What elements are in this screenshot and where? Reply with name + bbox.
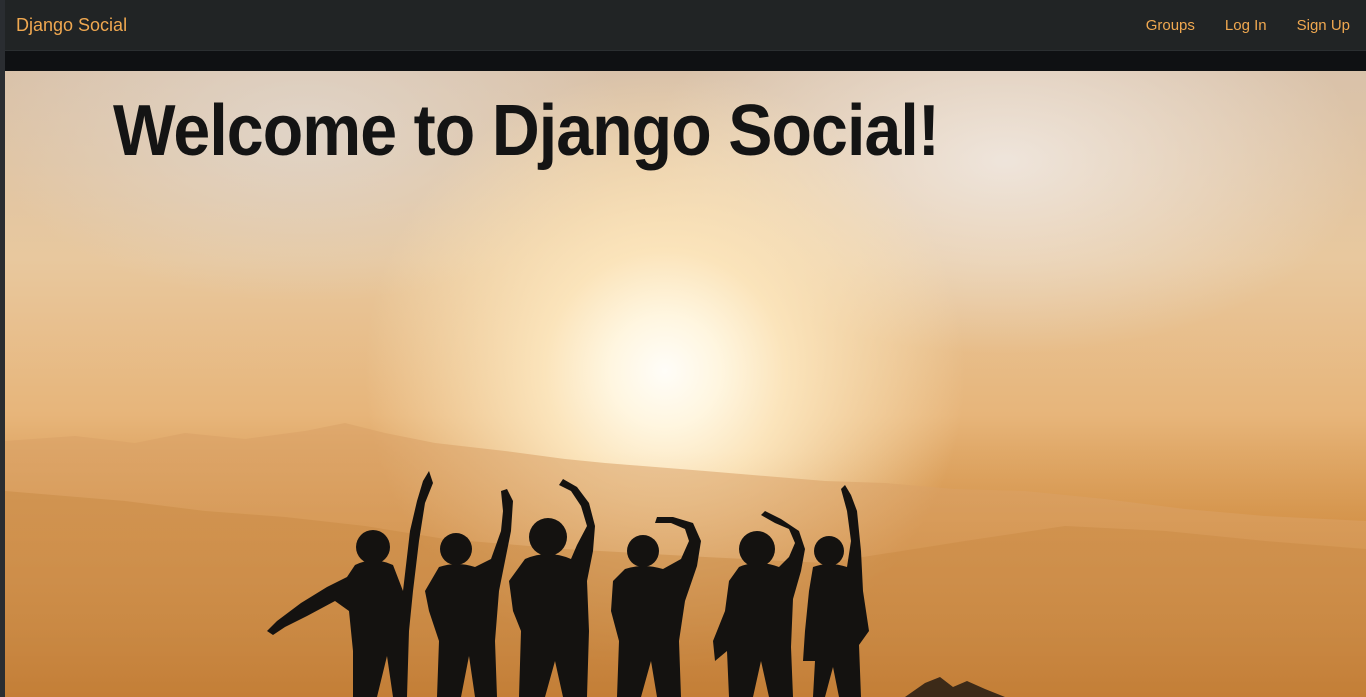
nav-link-signup[interactable]: Sign Up	[1297, 17, 1350, 34]
nav-link-groups[interactable]: Groups	[1146, 17, 1195, 34]
nav-links: Groups Log In Sign Up	[1146, 17, 1350, 34]
header-divider-strip	[5, 51, 1366, 71]
hero-section: Welcome to Django Social!	[5, 71, 1366, 697]
hero-title: Welcome to Django Social!	[113, 91, 940, 171]
brand-link[interactable]: Django Social	[16, 15, 127, 35]
navbar: Django Social Groups Log In Sign Up	[5, 0, 1366, 51]
nav-link-login[interactable]: Log In	[1225, 17, 1267, 34]
